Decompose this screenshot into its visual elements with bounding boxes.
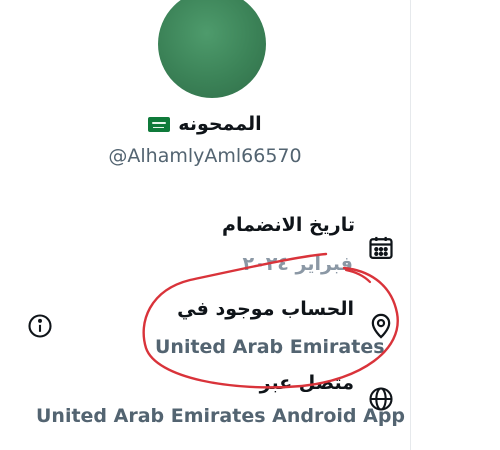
joined-label: تاريخ الانضمام bbox=[222, 214, 355, 236]
location-value: United Arab Emirates bbox=[155, 336, 385, 358]
connected-value: United Arab Emirates Android App bbox=[36, 405, 406, 427]
calendar-icon bbox=[367, 234, 395, 262]
joined-value: فبراير ٢٠٢٤ bbox=[242, 253, 354, 275]
globe-icon bbox=[367, 385, 395, 413]
profile-name: الممحونه bbox=[178, 113, 262, 135]
location-pin-icon bbox=[367, 312, 395, 340]
saudi-flag-icon bbox=[148, 116, 171, 132]
info-icon[interactable] bbox=[26, 312, 54, 340]
profile-handle: @AlhamlyAml66570 bbox=[108, 145, 302, 167]
location-label: الحساب موجود في bbox=[177, 298, 354, 320]
connected-label: متصل عبر bbox=[259, 372, 354, 394]
profile-name-row: الممحونه bbox=[0, 111, 410, 137]
